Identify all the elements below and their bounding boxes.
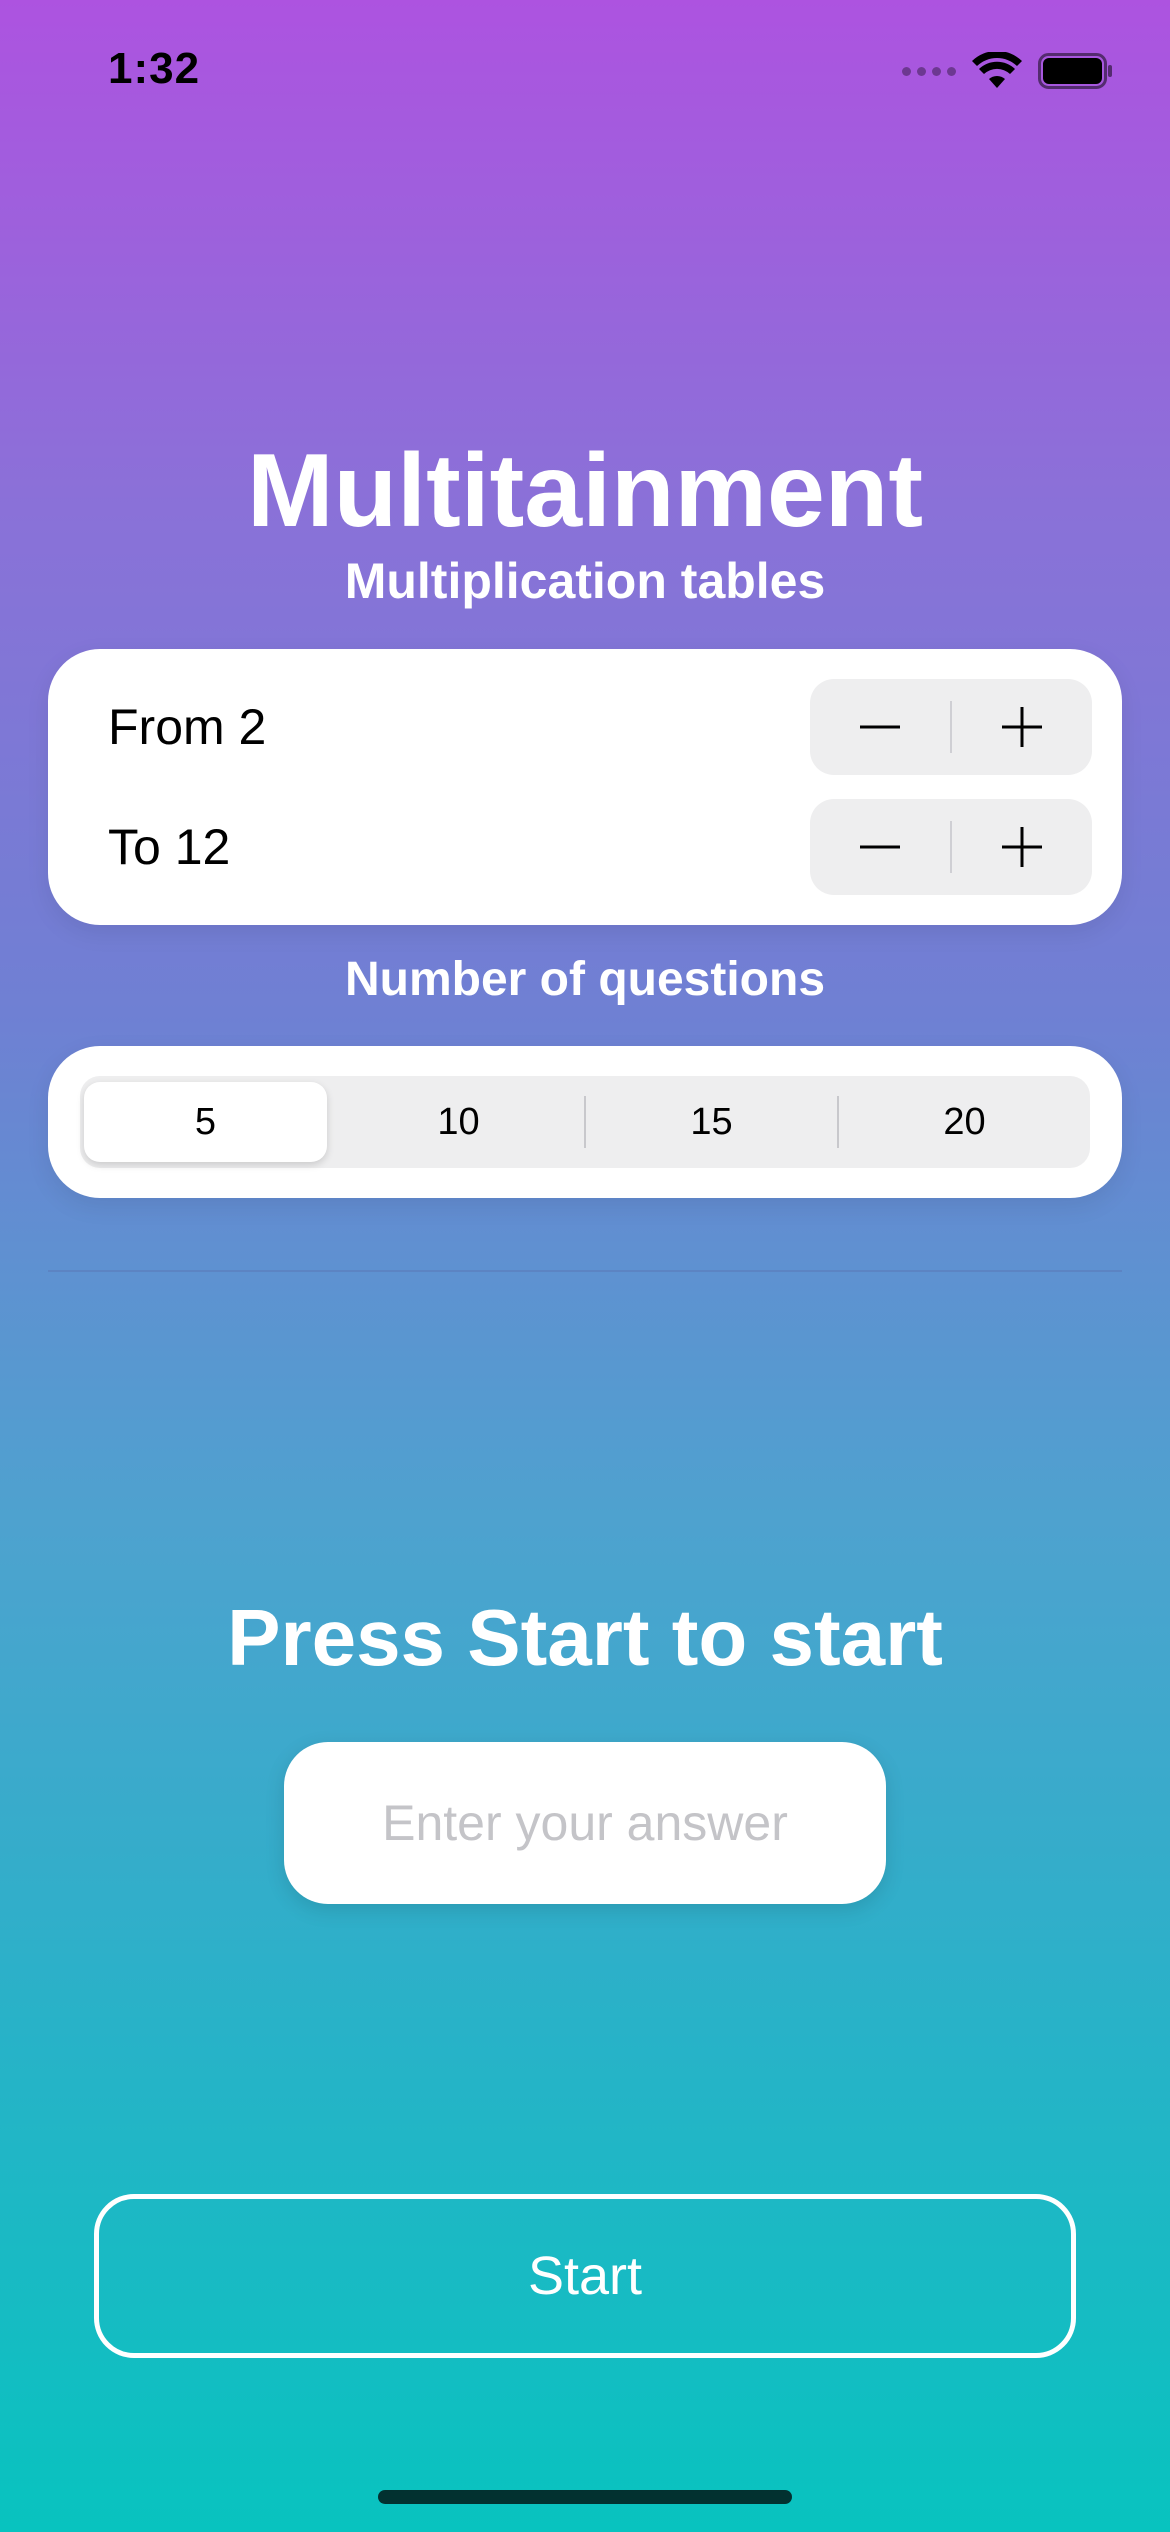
minus-icon bbox=[860, 725, 900, 729]
to-label: To 12 bbox=[108, 819, 231, 875]
segment-label: 5 bbox=[194, 1100, 217, 1143]
home-indicator[interactable] bbox=[378, 2490, 792, 2504]
wifi-icon bbox=[972, 52, 1022, 88]
divider bbox=[48, 1270, 1122, 1272]
plus-icon bbox=[1002, 827, 1042, 867]
to-stepper bbox=[810, 799, 1092, 895]
range-card: From 2 To 12 bbox=[48, 649, 1122, 925]
segment-10[interactable]: 10 bbox=[333, 1076, 584, 1168]
segment-20[interactable]: 20 bbox=[839, 1076, 1090, 1168]
questions-segmented-control: 5 10 15 20 bbox=[80, 1076, 1090, 1168]
from-stepper bbox=[810, 679, 1092, 775]
status-icons bbox=[902, 52, 1114, 90]
to-decrement-button[interactable] bbox=[810, 799, 950, 895]
from-increment-button[interactable] bbox=[952, 679, 1092, 775]
app-subtitle: Multiplication tables bbox=[344, 553, 826, 609]
from-row: From 2 bbox=[108, 679, 1092, 775]
from-decrement-button[interactable] bbox=[810, 679, 950, 775]
segment-5[interactable]: 5 bbox=[80, 1076, 331, 1168]
to-increment-button[interactable] bbox=[952, 799, 1092, 895]
status-time: 1:32 bbox=[108, 44, 201, 93]
from-label: From 2 bbox=[108, 699, 267, 755]
segment-label: 15 bbox=[690, 1100, 733, 1143]
questions-card: 5 10 15 20 bbox=[48, 1046, 1122, 1198]
signal-icon bbox=[902, 66, 956, 76]
segment-label: 10 bbox=[437, 1100, 480, 1143]
app-title: Multitainment bbox=[247, 433, 923, 549]
quiz-prompt: Press Start to start bbox=[227, 1593, 943, 1682]
questions-label: Number of questions bbox=[344, 953, 826, 1006]
segment-label: 20 bbox=[943, 1100, 986, 1143]
minus-icon bbox=[860, 845, 900, 849]
plus-icon bbox=[1002, 707, 1042, 747]
answer-input[interactable] bbox=[284, 1742, 886, 1904]
battery-icon bbox=[1038, 53, 1112, 89]
segment-15[interactable]: 15 bbox=[586, 1076, 837, 1168]
to-row: To 12 bbox=[108, 799, 1092, 895]
start-button[interactable]: Start bbox=[94, 2194, 1076, 2358]
